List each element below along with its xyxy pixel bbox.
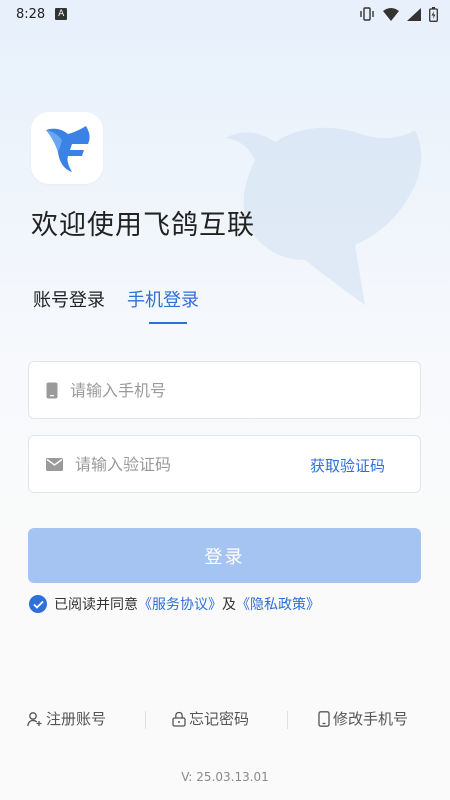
status-bar: 8:28 A	[0, 0, 450, 28]
service-agreement-link[interactable]: 《服务协议》	[138, 594, 222, 614]
vibrate-icon	[360, 7, 374, 21]
phone-field[interactable]	[28, 361, 421, 419]
app-logo	[31, 112, 103, 184]
get-code-button[interactable]: 获取验证码	[310, 455, 385, 476]
check-icon	[32, 600, 44, 609]
tab-phone-login[interactable]: 手机登录	[127, 286, 199, 312]
tab-account-login[interactable]: 账号登录	[33, 286, 105, 312]
message-icon	[46, 457, 63, 471]
welcome-title: 欢迎使用飞鸽互联	[31, 210, 255, 241]
wifi-icon	[383, 7, 399, 21]
lock-icon	[172, 711, 186, 727]
phone-outline-icon	[318, 710, 330, 727]
status-time: 8:28	[16, 6, 46, 22]
register-link[interactable]: 注册账号	[27, 708, 106, 729]
agreement-and: 及	[222, 597, 236, 613]
dove-logo-icon	[46, 126, 90, 172]
footer-links: 注册账号 忘记密码 修改手机号	[0, 708, 450, 732]
phone-icon	[46, 382, 58, 398]
version-text: V: 25.03.13.01	[181, 770, 269, 784]
footer-divider	[145, 711, 146, 729]
forgot-password-link[interactable]: 忘记密码	[172, 708, 249, 729]
privacy-policy-link[interactable]: 《隐私政策》	[236, 594, 320, 614]
agreement-checkbox[interactable]	[29, 595, 47, 613]
agreement-row: 已阅读并同意 《服务协议》 及 《隐私政策》	[29, 594, 320, 614]
change-phone-label: 修改手机号	[333, 710, 409, 728]
register-label: 注册账号	[46, 710, 107, 728]
active-tab-indicator	[149, 322, 187, 324]
code-input[interactable]	[75, 454, 295, 474]
add-user-icon	[27, 711, 42, 726]
login-button[interactable]: 登录	[28, 528, 421, 583]
footer-divider	[287, 711, 288, 729]
forgot-password-label: 忘记密码	[189, 710, 250, 728]
battery-icon	[429, 6, 438, 22]
signal-icon	[407, 7, 421, 21]
code-field[interactable]: 获取验证码	[28, 435, 421, 493]
agreement-prefix: 已阅读并同意	[54, 597, 138, 613]
phone-input[interactable]	[70, 380, 290, 400]
change-phone-link[interactable]: 修改手机号	[318, 708, 408, 729]
notification-icon: A	[55, 8, 68, 20]
login-tabs: 账号登录 手机登录	[33, 286, 199, 312]
